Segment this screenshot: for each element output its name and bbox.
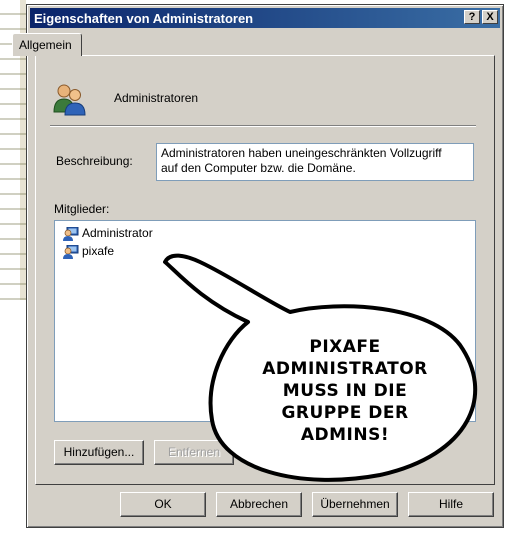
speech-bubble [163, 253, 478, 482]
bubble-line: ADMINISTRATOR [262, 359, 428, 379]
bubble-line: ADMINS! [300, 425, 390, 445]
bubble-line: PIXAFE [309, 337, 381, 357]
speech-bubble-text: PIXAFE ADMINISTRATOR MUSS IN DIE GRUPPE … [230, 336, 460, 446]
bubble-line: GRUPPE DER [281, 403, 409, 423]
bubble-line: MUSS IN DIE [282, 381, 408, 401]
